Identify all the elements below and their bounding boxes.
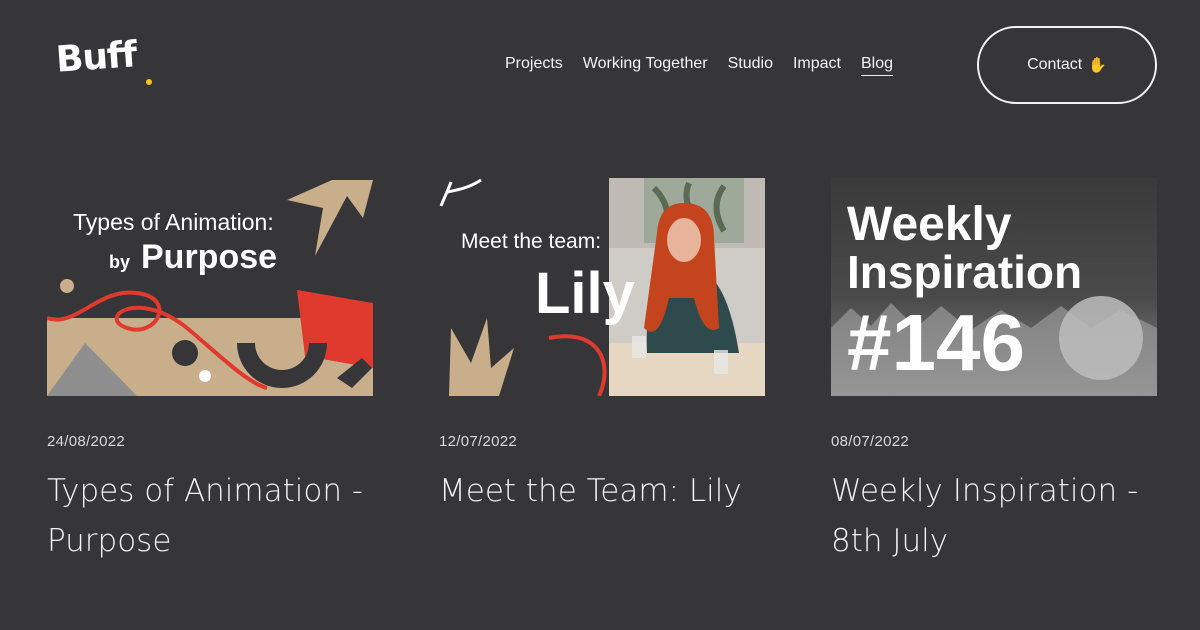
nav-item-impact[interactable]: Impact: [793, 55, 841, 76]
blog-card[interactable]: Weekly Inspiration #146 08/07/2022 Weekl…: [831, 178, 1157, 566]
blog-card[interactable]: Meet the team: Lily 12/07/2022 Meet the …: [439, 178, 765, 516]
contact-label: Contact: [1027, 56, 1083, 73]
contact-button[interactable]: Contact ✋: [977, 26, 1157, 104]
thumb-line2: Lily: [535, 261, 635, 326]
thumb-line2-big: Purpose: [141, 238, 277, 276]
nav-item-studio[interactable]: Studio: [728, 55, 773, 76]
thumb-line3: #146: [847, 298, 1025, 387]
post-thumbnail-animation[interactable]: Types of Animation: by Purpose: [47, 178, 373, 396]
waving-hand-icon: ✋: [1088, 57, 1107, 74]
post-title[interactable]: Meet the Team: Lily: [439, 466, 769, 516]
post-thumbnail-weekly-inspiration[interactable]: Weekly Inspiration #146: [831, 178, 1157, 396]
nav-item-working-together[interactable]: Working Together: [583, 55, 708, 76]
thumb-line1: Types of Animation:: [73, 209, 274, 235]
blog-card[interactable]: Types of Animation: by Purpose 24/08/202…: [47, 178, 373, 566]
thumb-line2: Inspiration: [847, 246, 1082, 298]
nav-item-projects[interactable]: Projects: [505, 55, 563, 76]
post-title[interactable]: Weekly Inspiration - 8th July: [831, 466, 1161, 566]
thumb-line2-small: by: [109, 252, 130, 272]
logo-dot: [146, 79, 152, 85]
nav-item-blog[interactable]: Blog: [861, 55, 894, 76]
main-nav: Projects Working Together Studio Impact …: [505, 55, 894, 76]
post-thumbnail-meet-team[interactable]: Meet the team: Lily: [439, 178, 765, 396]
post-title[interactable]: Types of Animation - Purpose: [47, 466, 377, 566]
post-date: 12/07/2022: [439, 433, 518, 450]
post-date: 24/08/2022: [47, 433, 126, 450]
logo[interactable]: Buff: [55, 34, 138, 81]
thumb-line1: Meet the team:: [461, 230, 601, 253]
post-date: 08/07/2022: [831, 433, 910, 450]
thumb-line1: Weekly: [847, 198, 1012, 251]
